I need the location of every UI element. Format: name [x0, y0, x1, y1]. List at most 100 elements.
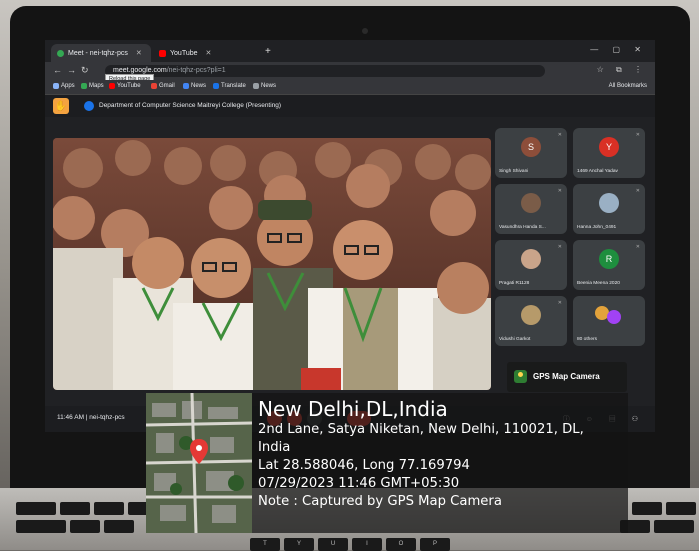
address-domain: meet.google.com	[113, 67, 167, 74]
gps-app-name: GPS Map Camera	[533, 372, 600, 381]
shared-screen-video	[53, 138, 491, 390]
bookmark-translate[interactable]: Translate	[213, 83, 246, 89]
participant-name: Vidushi Garkot	[499, 337, 531, 342]
participant-tile[interactable]: ✕ S Singh Shivani	[495, 128, 567, 178]
keyboard-key-o: O	[386, 538, 416, 551]
participant-name: Vasundhra Handa S...	[499, 225, 546, 230]
tab-label: Meet - nei-tqhz-pcs	[68, 49, 128, 57]
keyboard-key	[16, 520, 66, 533]
mic-off-icon: ✕	[557, 188, 562, 194]
gps-stamp-text: New Delhi,DL,India 2nd Lane, Satya Niket…	[258, 397, 584, 511]
gps-datetime: 07/29/2023 11:46 GMT+05:30	[258, 476, 460, 491]
mic-off-icon: ✕	[635, 132, 640, 138]
gps-note: Note : Captured by GPS Map Camera	[258, 494, 502, 509]
apps-icon	[53, 83, 59, 89]
keyboard-key-t: T	[250, 538, 280, 551]
bookmark-news-2[interactable]: News	[253, 83, 276, 89]
keyboard-key-i: I	[352, 538, 382, 551]
keyboard-key	[104, 520, 134, 533]
mic-off-icon: ✕	[557, 244, 562, 250]
toolbar-icons[interactable]: ☆ ⧉ ⋮	[597, 65, 647, 75]
news-icon	[183, 83, 189, 89]
close-icon[interactable]: ✕	[136, 49, 142, 57]
presenting-bar: ✋ Department of Computer Science Maitrey…	[45, 95, 655, 117]
avatar: R	[599, 249, 619, 269]
bookmark-apps[interactable]: Apps	[53, 83, 75, 89]
avatar	[521, 249, 541, 269]
bookmark-maps[interactable]: Maps	[81, 83, 104, 89]
participant-tile[interactable]: ✕ Vasundhra Handa S...	[495, 184, 567, 234]
new-tab-button[interactable]: +	[265, 46, 271, 57]
all-bookmarks-button[interactable]: All Bookmarks	[609, 83, 647, 89]
keyboard-key	[666, 502, 696, 515]
gps-mini-map	[146, 393, 252, 533]
bookmarks-bar: Apps Maps YouTube Gmail News Translate N…	[45, 80, 655, 95]
bookmark-gmail[interactable]: Gmail	[151, 83, 175, 89]
bookmark-news[interactable]: News	[183, 83, 206, 89]
participant-tile[interactable]: ✕ Vidushi Garkot	[495, 296, 567, 346]
youtube-icon	[159, 49, 166, 57]
others-tile[interactable]: 80 others	[573, 296, 645, 346]
gps-place: New Delhi,DL,India	[258, 397, 448, 421]
keyboard-key	[70, 520, 100, 533]
meeting-time-code: 11:46 AM | nei-tqhz-pcs	[57, 414, 125, 421]
tab-label: YouTube	[170, 49, 198, 57]
participant-name: Beenia Meena 2020	[577, 281, 620, 286]
meet-icon	[57, 49, 64, 57]
keyboard-key-y: Y	[284, 538, 314, 551]
keyboard-key-p: P	[420, 538, 450, 551]
reload-icon[interactable]: ↻	[81, 65, 89, 76]
keyboard-key	[60, 502, 90, 515]
participant-tile[interactable]: ✕ R Beenia Meena 2020	[573, 240, 645, 290]
gps-address-line2: India	[258, 440, 291, 455]
webcam	[362, 28, 368, 34]
maps-icon	[81, 83, 87, 89]
keyboard-key	[94, 502, 124, 515]
presenting-title: Department of Computer Science Maitreyi …	[99, 102, 282, 109]
tab-meet[interactable]: Meet - nei-tqhz-pcs ✕	[51, 44, 151, 62]
gps-stamp-overlay: New Delhi,DL,India 2nd Lane, Satya Niket…	[146, 393, 628, 533]
keyboard-key	[654, 520, 694, 533]
address-bar[interactable]: meet.google.com/nei-tqhz-pcs?pli=1	[105, 65, 545, 77]
gps-map-camera-logo	[514, 370, 527, 383]
news-icon	[253, 83, 259, 89]
participant-name: Hanna John_0491	[577, 225, 617, 230]
avatar: Y	[599, 137, 619, 157]
mic-off-icon: ✕	[557, 132, 562, 138]
audience-photo	[53, 138, 491, 390]
keyboard-key	[632, 502, 662, 515]
avatar: S	[521, 137, 541, 157]
participant-name: Singh Shivani	[499, 169, 529, 174]
participant-name: Pragati R1128	[499, 281, 530, 286]
keyboard-key	[16, 502, 56, 515]
browser-tab-bar: Meet - nei-tqhz-pcs ✕ YouTube ✕ + — ▢ ✕	[45, 40, 655, 62]
address-path: /nei-tqhz-pcs?pli=1	[166, 67, 226, 74]
keyboard-key-u: U	[318, 538, 348, 551]
participant-tile[interactable]: ✕ Pragati R1128	[495, 240, 567, 290]
avatar	[607, 310, 621, 324]
participant-tile[interactable]: ✕ Y 1469 Anchal Yadav	[573, 128, 645, 178]
gmail-icon	[151, 83, 157, 89]
bookmark-youtube[interactable]: YouTube	[109, 83, 141, 89]
participant-tile[interactable]: ✕ Hanna John_0491	[573, 184, 645, 234]
presenter-avatar	[84, 101, 94, 111]
participant-name: 1469 Anchal Yadav	[577, 169, 618, 174]
tab-youtube[interactable]: YouTube ✕	[153, 44, 253, 62]
close-icon[interactable]: ✕	[206, 49, 212, 57]
forward-icon[interactable]: →	[67, 65, 76, 75]
gps-coordinates: Lat 28.588046, Long 77.169794	[258, 458, 470, 473]
translate-icon	[213, 83, 219, 89]
participant-name: 80 others	[577, 337, 598, 342]
avatar	[521, 305, 541, 325]
raise-hand-icon[interactable]: ✋	[53, 98, 69, 114]
youtube-icon	[109, 83, 115, 89]
gps-camera-badge: GPS Map Camera	[507, 362, 627, 392]
mic-off-icon: ✕	[635, 244, 640, 250]
back-icon[interactable]: ←	[53, 65, 62, 75]
avatar	[521, 193, 541, 213]
gps-address-line1: 2nd Lane, Satya Niketan, New Delhi, 1100…	[258, 422, 584, 437]
mic-off-icon: ✕	[635, 188, 640, 194]
avatar	[599, 193, 619, 213]
mic-off-icon: ✕	[557, 300, 562, 306]
window-controls[interactable]: — ▢ ✕	[590, 45, 647, 54]
